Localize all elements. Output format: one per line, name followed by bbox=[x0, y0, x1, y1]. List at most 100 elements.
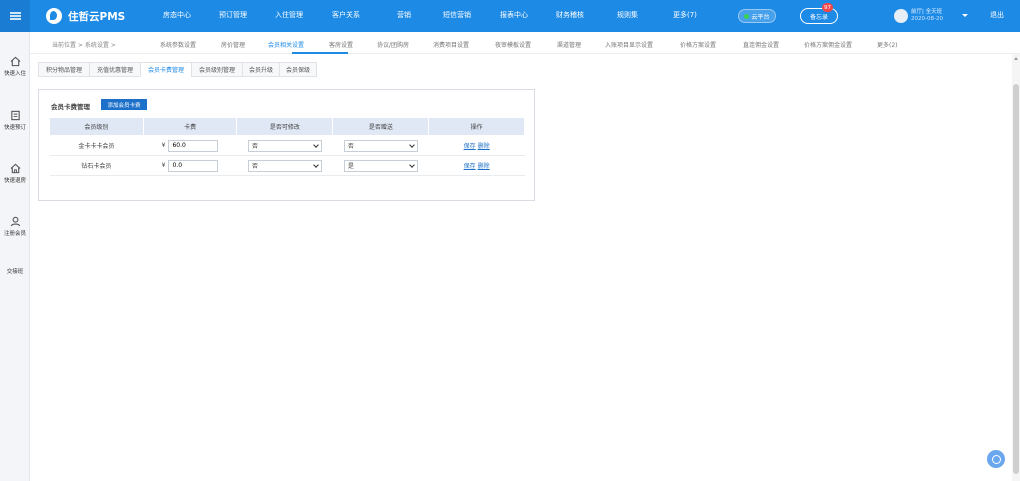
gift-select[interactable]: 是 bbox=[343, 159, 418, 172]
editable-select[interactable]: 否 bbox=[247, 159, 322, 172]
column-header-editable: 是否可修改 bbox=[236, 117, 334, 136]
subnav-room-settings[interactable]: 客房设置 bbox=[329, 40, 353, 49]
brand-logo[interactable]: 住哲云PMS bbox=[46, 8, 125, 24]
sidebar-item-label: 注册会员 bbox=[3, 231, 26, 237]
cloud-platform-button[interactable]: 云平台 bbox=[738, 9, 776, 23]
settings-subnav: 当前位置 > 系统设置 > 系统参数设置 房价管理 会员相关设置 客房设置 协议… bbox=[30, 32, 1020, 54]
cell-level: 金卡卡卡会员 bbox=[49, 135, 144, 156]
nav-sms-marketing[interactable]: 短信营销 bbox=[443, 10, 471, 20]
cell-actions: 保存 删除 bbox=[428, 135, 525, 156]
subnav-member-settings[interactable]: 会员相关设置 bbox=[268, 40, 304, 49]
select-value: 否 bbox=[251, 143, 258, 150]
card-fee-input[interactable] bbox=[168, 159, 219, 172]
scrollbar-thumb[interactable] bbox=[1013, 84, 1019, 474]
subnav-active-indicator bbox=[292, 52, 348, 54]
tab-label: 会员卡费管理 bbox=[147, 67, 184, 74]
sidebar-item-quick-checkin[interactable]: 快速入住 bbox=[0, 56, 30, 77]
checkout-icon bbox=[10, 163, 20, 174]
brand-name: 住哲云PMS bbox=[68, 10, 126, 23]
user-icon bbox=[10, 216, 20, 227]
nav-reservation[interactable]: 预订管理 bbox=[219, 10, 247, 20]
sidebar-item-quick-checkout[interactable]: 快速退房 bbox=[0, 163, 30, 184]
nav-reports[interactable]: 报表中心 bbox=[500, 10, 528, 20]
subnav-system-params[interactable]: 系统参数设置 bbox=[160, 40, 196, 49]
nav-rules[interactable]: 规则集 bbox=[617, 10, 638, 20]
subnav-more[interactable]: 更多(2) bbox=[877, 40, 898, 49]
card-fee-table: 会员级别 卡费 是否可修改 是否赠送 操作 金卡卡卡会员 ¥ 否 否 bbox=[49, 117, 525, 176]
nav-checkin[interactable]: 入住管理 bbox=[275, 10, 303, 20]
sidebar-item-label: 快速预订 bbox=[3, 125, 26, 131]
delete-link[interactable]: 删除 bbox=[478, 143, 490, 150]
nav-room-status[interactable]: 房态中心 bbox=[163, 10, 191, 20]
currency-symbol: ¥ bbox=[161, 142, 166, 149]
chevron-down-icon bbox=[409, 161, 415, 168]
subnav-night-audit-template[interactable]: 夜审模板设置 bbox=[495, 40, 531, 49]
subnav-rate-management[interactable]: 房价管理 bbox=[221, 40, 245, 49]
home-icon bbox=[10, 56, 20, 67]
tab-label: 会员级别管理 bbox=[198, 67, 235, 74]
card-fee-panel: 会员卡费管理 添加会员卡费 会员级别 卡费 是否可修改 是否赠送 操作 金卡卡卡… bbox=[38, 89, 535, 201]
memo-count-badge: 97 bbox=[822, 3, 833, 12]
cell-gift: 是 bbox=[332, 155, 429, 176]
card-fee-input[interactable] bbox=[168, 139, 219, 152]
sidebar-item-label: 快速入住 bbox=[3, 71, 26, 77]
subnav-channel-management[interactable]: 渠道管理 bbox=[557, 40, 581, 49]
delete-link[interactable]: 删除 bbox=[478, 163, 490, 170]
scroll-up-icon[interactable] bbox=[1013, 57, 1018, 60]
cell-gift: 否 bbox=[332, 135, 429, 156]
nav-finance-audit[interactable]: 财务稽核 bbox=[556, 10, 584, 20]
panel-title: 会员卡费管理 bbox=[51, 103, 90, 111]
logo-icon bbox=[46, 8, 62, 24]
cell-editable: 否 bbox=[236, 155, 333, 176]
subnav-price-plan[interactable]: 价格方案设置 bbox=[680, 40, 716, 49]
table-row: 钻石卡会员 ¥ 否 是 保存删除 bbox=[49, 155, 525, 176]
currency-symbol: ¥ bbox=[161, 162, 166, 169]
column-header-level: 会员级别 bbox=[49, 117, 144, 136]
table-header-row: 会员级别 卡费 是否可修改 是否赠送 操作 bbox=[49, 117, 525, 136]
subnav-direct-commission[interactable]: 直连佣金设置 bbox=[743, 40, 779, 49]
subnav-agreement-group[interactable]: 协议/团购房 bbox=[377, 40, 409, 49]
subnav-price-plan-commission[interactable]: 价格方案佣金设置 bbox=[804, 40, 852, 49]
nav-marketing[interactable]: 营销 bbox=[397, 10, 411, 20]
subnav-posting-items-display[interactable]: 入账项目显示设置 bbox=[605, 40, 653, 49]
headset-icon bbox=[991, 454, 1001, 464]
user-shift-name: 前厅| 全天班 bbox=[911, 9, 943, 15]
cloud-platform-label: 云平台 bbox=[751, 13, 770, 21]
memo-button[interactable]: 备忘录 bbox=[800, 8, 838, 24]
table-row: 金卡卡卡会员 ¥ 否 否 保存删除 bbox=[49, 135, 525, 156]
menu-toggle-button[interactable] bbox=[0, 0, 30, 32]
column-header-actions: 操作 bbox=[428, 117, 525, 136]
breadcrumb: 当前位置 > 系统设置 > bbox=[52, 42, 116, 49]
user-avatar[interactable] bbox=[894, 9, 908, 23]
tab-points-goods[interactable]: 积分物品管理 bbox=[38, 62, 90, 77]
sidebar-item-register-member[interactable]: 注册会员 bbox=[0, 216, 30, 237]
customer-service-button[interactable] bbox=[987, 450, 1005, 468]
top-navigation-bar: 住哲云PMS 房态中心 预订管理 入住管理 客户关系 营销 短信营销 报表中心 … bbox=[0, 0, 1020, 32]
tab-member-upgrade[interactable]: 会员升级 bbox=[242, 62, 280, 77]
tab-member-level[interactable]: 会员级别管理 bbox=[191, 62, 243, 77]
tab-label: 会员保级 bbox=[285, 67, 310, 74]
tab-card-fee[interactable]: 会员卡费管理 bbox=[140, 62, 192, 77]
tab-label: 积分物品管理 bbox=[45, 67, 82, 74]
tab-label: 会员升级 bbox=[248, 67, 273, 74]
hamburger-icon bbox=[9, 15, 21, 17]
save-link[interactable]: 保存 bbox=[464, 163, 476, 170]
tab-recharge-discount[interactable]: 充值优惠管理 bbox=[89, 62, 141, 77]
subnav-consumption-items[interactable]: 消费项目设置 bbox=[433, 40, 469, 49]
user-menu-caret-icon[interactable] bbox=[962, 14, 968, 17]
nav-crm[interactable]: 客户关系 bbox=[332, 10, 360, 20]
vertical-scrollbar[interactable] bbox=[1012, 54, 1020, 481]
tab-member-retention[interactable]: 会员保级 bbox=[279, 62, 317, 77]
save-link[interactable]: 保存 bbox=[464, 143, 476, 150]
cell-editable: 否 bbox=[236, 135, 333, 156]
sidebar-item-label: 交接班 bbox=[6, 269, 24, 275]
sidebar-item-quick-booking[interactable]: 快速预订 bbox=[0, 110, 30, 131]
sidebar-item-shift-handover[interactable]: 交接班 bbox=[0, 267, 30, 275]
editable-select[interactable]: 否 bbox=[247, 139, 322, 152]
logout-link[interactable]: 退出 bbox=[990, 10, 1004, 20]
booking-icon bbox=[10, 110, 20, 121]
column-header-fee: 卡费 bbox=[142, 117, 238, 136]
gift-select[interactable]: 否 bbox=[343, 139, 418, 152]
add-card-fee-button[interactable]: 添加会员卡费 bbox=[101, 99, 147, 110]
nav-more[interactable]: 更多(7) bbox=[673, 10, 697, 20]
